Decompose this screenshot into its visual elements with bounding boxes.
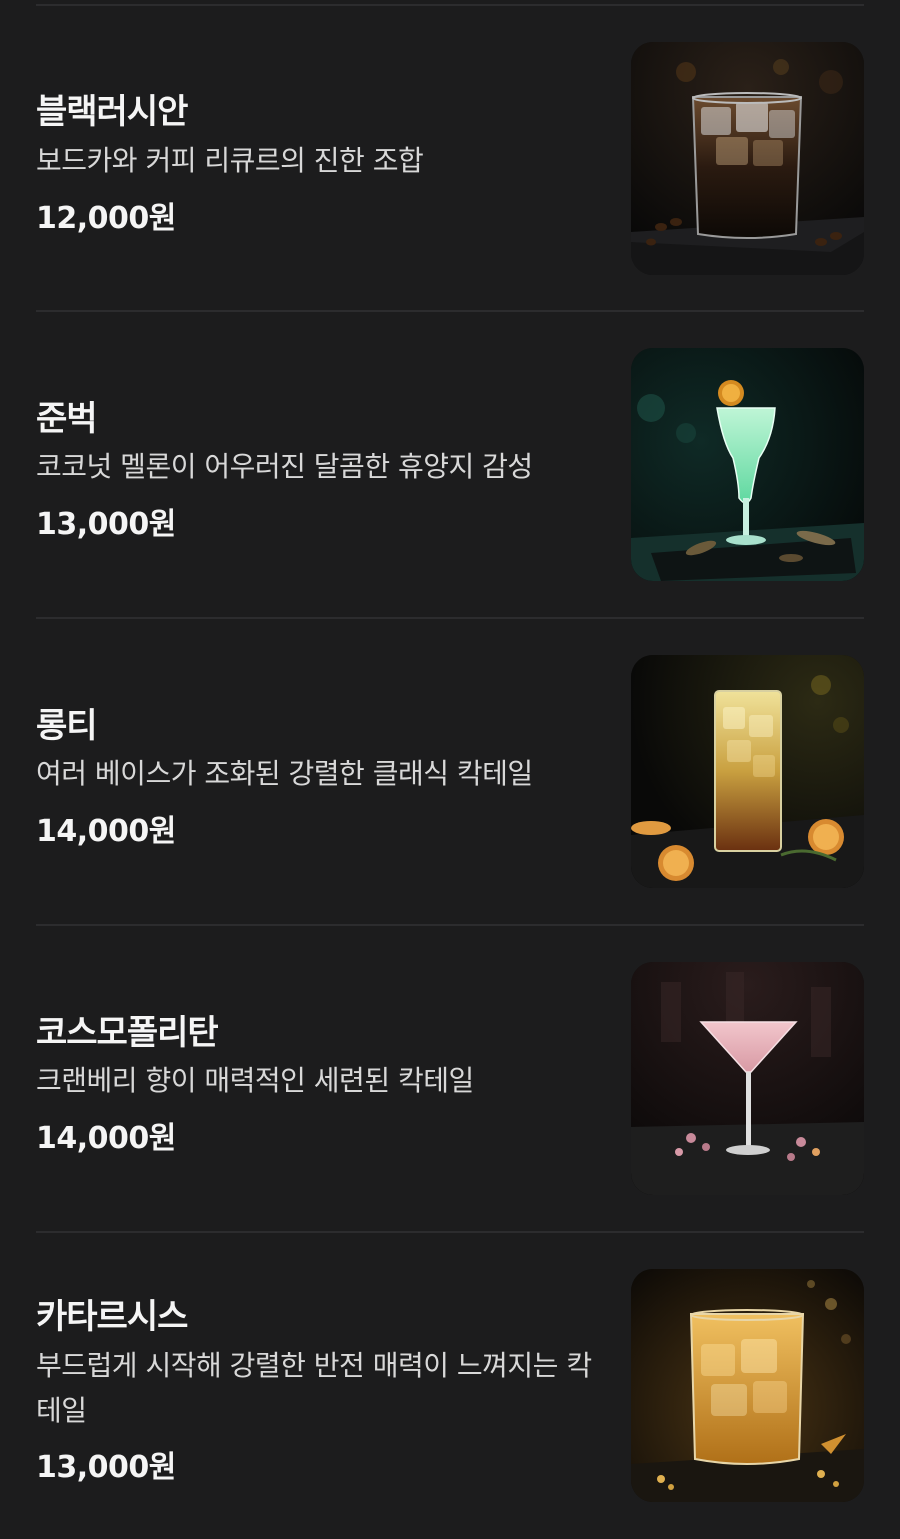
menu-item-june-bug[interactable]: 준벅 코코넛 멜론이 어우러진 달콤한 휴양지 감성 13,000원 [0, 312, 900, 618]
menu-item-price: 13,000원 [36, 1450, 176, 1485]
menu-list: 블랙러시안 보드카와 커피 리큐르의 진한 조합 12,000원 준벅 코코넛 … [0, 0, 900, 1520]
menu-item-catharsis[interactable]: 카타르시스 부드럽게 시작해 강렬한 반전 매력이 느껴지는 칵테일 13,00… [0, 1233, 900, 1539]
menu-item-price: 14,000원 [36, 814, 176, 849]
catharsis-cocktail-icon[interactable] [631, 1269, 864, 1502]
menu-item-cosmopolitan[interactable]: 코스모폴리탄 크랜베리 향이 매력적인 세련된 칵테일 14,000원 [0, 926, 900, 1232]
menu-item-description: 보드카와 커피 리큐르의 진한 조합 [36, 144, 424, 177]
menu-item-black-russian[interactable]: 블랙러시안 보드카와 커피 리큐르의 진한 조합 12,000원 [0, 6, 900, 312]
menu-item-price: 14,000원 [36, 1121, 176, 1156]
menu-item-description: 크랜베리 향이 매력적인 세련된 칵테일 [36, 1064, 474, 1097]
black-russian-cocktail-icon[interactable] [631, 42, 864, 275]
menu-item-name: 블랙러시안 [36, 92, 188, 132]
menu-item-name: 준벅 [36, 399, 98, 439]
cosmopolitan-cocktail-icon[interactable] [631, 962, 864, 1195]
menu-item-long-tea[interactable]: 롱티 여러 베이스가 조화된 강렬한 클래식 칵테일 14,000원 [0, 619, 900, 925]
menu-item-name: 코스모폴리탄 [36, 1013, 219, 1053]
menu-item-description: 코코넛 멜론이 어우러진 달콤한 휴양지 감성 [36, 450, 533, 483]
menu-item-name: 롱티 [36, 706, 98, 746]
menu-item-name: 카타르시스 [36, 1297, 188, 1337]
menu-item-description: 여러 베이스가 조화된 강렬한 클래식 칵테일 [36, 757, 533, 790]
long-island-iced-tea-icon[interactable] [631, 655, 864, 888]
menu-item-price: 12,000원 [36, 201, 176, 236]
june-bug-cocktail-icon[interactable] [631, 348, 864, 581]
menu-item-price: 13,000원 [36, 507, 176, 542]
menu-item-description: 부드럽게 시작해 강렬한 반전 매력이 느껴지는 칵테일 [36, 1349, 592, 1427]
